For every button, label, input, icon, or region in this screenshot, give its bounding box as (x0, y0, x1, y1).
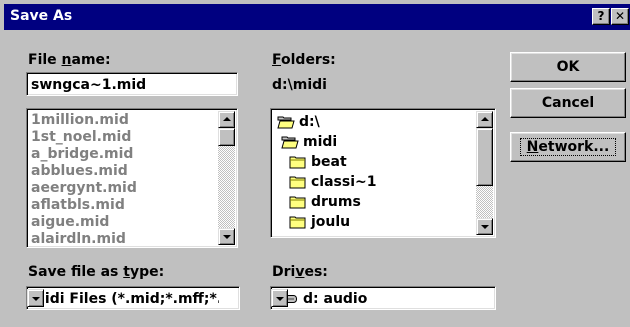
ok-button[interactable]: OK (510, 52, 626, 82)
chevron-down-icon (276, 297, 284, 301)
file-list-scrollbar[interactable] (218, 111, 235, 245)
folder-icon (289, 195, 307, 209)
folder-list[interactable]: d:\ midi beat classi~1 drums joulu (270, 108, 496, 238)
file-list-item[interactable]: aflatbls.mid (31, 197, 137, 214)
help-button[interactable]: ? (592, 8, 610, 25)
open-folder-icon (277, 115, 295, 129)
scroll-down-button[interactable] (476, 218, 493, 235)
file-list-item[interactable]: 1million.mid (31, 112, 137, 129)
file-name-input[interactable]: swngca~1.mid (26, 72, 238, 96)
folder-name: joulu (311, 214, 351, 230)
scroll-thumb[interactable] (476, 128, 493, 186)
folder-name: beat (311, 154, 347, 170)
close-button[interactable]: ✕ (611, 8, 629, 25)
file-name-label: File name: (28, 52, 111, 68)
arrow-up-icon (481, 117, 489, 121)
file-list-item[interactable]: 1st_noel.mid (31, 129, 137, 146)
drives-dropdown-button[interactable] (271, 289, 288, 307)
open-folder-icon (281, 135, 299, 149)
folder-icon (289, 175, 307, 189)
scroll-up-button[interactable] (476, 111, 493, 128)
file-list[interactable]: 1million.mid 1st_noel.mid a_bridge.mid abbl… (26, 108, 238, 248)
file-list-item[interactable]: aeergynt.mid (31, 180, 137, 197)
chevron-down-icon (32, 297, 40, 301)
title-bar: Save As ? ✕ (4, 4, 630, 30)
cancel-button[interactable]: Cancel (510, 88, 626, 118)
scroll-up-button[interactable] (218, 111, 235, 128)
folder-list-scrollbar[interactable] (476, 111, 493, 235)
arrow-down-icon (481, 225, 489, 229)
drives-label: Drives: (272, 264, 328, 280)
drives-select[interactable]: d: audio (270, 286, 496, 310)
file-list-item[interactable]: alairdln.mid (31, 231, 137, 247)
scroll-thumb[interactable] (218, 128, 235, 146)
network-button[interactable]: Network... (510, 132, 626, 162)
current-path: d:\midi (272, 77, 327, 93)
folders-label: Folders: (272, 52, 336, 68)
file-list-item[interactable]: abblues.mid (31, 163, 137, 180)
arrow-up-icon (223, 117, 231, 121)
file-list-item[interactable]: aigue.mid (31, 214, 137, 231)
folder-icon (289, 215, 307, 229)
folder-name: midi (303, 134, 338, 150)
save-type-value: Midi Files (*.mid;*.mff;*.r (31, 291, 219, 307)
arrow-down-icon (223, 235, 231, 239)
file-list-item[interactable]: a_bridge.mid (31, 146, 137, 163)
window-title: Save As (10, 8, 73, 24)
folder-name: drums (311, 194, 361, 210)
save-type-select[interactable]: Midi Files (*.mid;*.mff;*.r (26, 286, 240, 310)
drives-value: d: audio (303, 291, 368, 307)
save-type-dropdown-button[interactable] (27, 289, 44, 307)
save-type-label: Save file as type: (28, 264, 165, 280)
folder-name: classi~1 (311, 174, 377, 190)
folder-icon (289, 155, 307, 169)
folder-name: d:\ (299, 114, 320, 130)
scroll-down-button[interactable] (218, 228, 235, 245)
